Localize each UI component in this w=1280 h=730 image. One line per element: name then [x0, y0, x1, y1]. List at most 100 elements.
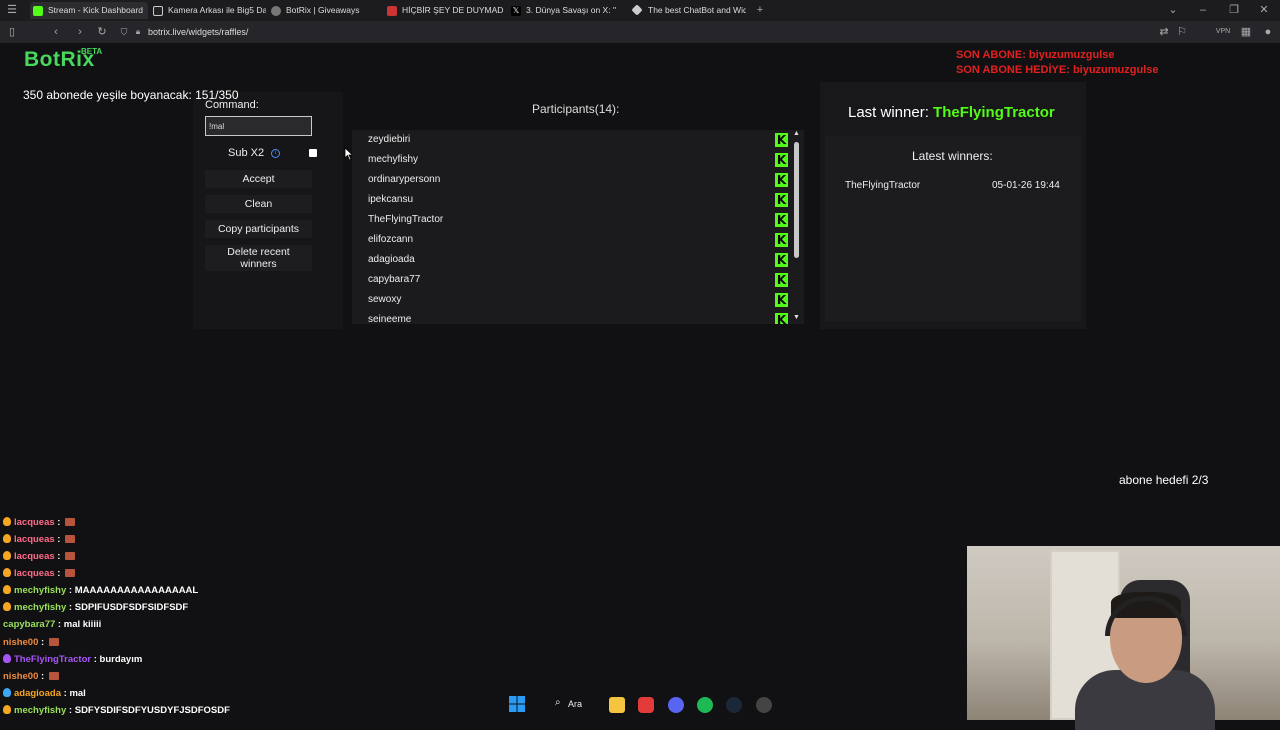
restore-icon[interactable]: ❐ — [1226, 0, 1242, 21]
command-label: Command: — [205, 99, 259, 111]
sidebar-toggle-icon[interactable]: ▯ — [4, 21, 20, 43]
participant-row: zeydiebiri K — [368, 133, 788, 147]
back-icon[interactable]: ‹ — [48, 21, 64, 43]
kick-icon: K — [775, 193, 788, 207]
chat-username: nishe00 — [3, 637, 39, 648]
tab-menu-icon[interactable]: ⌄ — [1165, 0, 1181, 21]
kick-icon: K — [775, 293, 788, 307]
tiktok-favicon-icon — [153, 6, 163, 16]
vivaldi-icon[interactable] — [638, 697, 654, 713]
participant-row: sewoxy K — [368, 293, 788, 307]
chat-message: capybara77 : mal kiiiii — [3, 619, 102, 630]
spotify-icon[interactable] — [697, 697, 713, 713]
chat-badge-icon — [3, 654, 11, 663]
beta-badge: BETA — [81, 47, 103, 56]
reload-icon[interactable]: ↻ — [94, 21, 110, 43]
chat-username: mechyfishy — [14, 585, 67, 596]
chat-message: mechyfishy : MAAAAAAAAAAAAAAAAL — [3, 584, 198, 598]
latest-winner-date: 05-01-26 19:44 — [992, 180, 1060, 191]
kick-icon: K — [775, 253, 788, 267]
translate-icon[interactable]: ⇄ — [1156, 21, 1172, 43]
sub-x2-label: Sub X2 — [228, 147, 265, 159]
steam-icon[interactable] — [726, 697, 742, 713]
x-favicon-icon: 𝕏 — [511, 6, 521, 16]
url-text[interactable]: botrix.live/widgets/raffles/ — [148, 21, 248, 43]
delete-recent-winners-button[interactable]: Delete recent winners — [205, 245, 312, 271]
tab-youtube[interactable]: HİÇBİR ŞEY DE DUYMADIĞIM — [384, 2, 504, 19]
participant-row: capybara77 K — [368, 273, 788, 287]
tab-x[interactable]: 𝕏 3. Dünya Savaşı on X: " — [508, 2, 626, 19]
chat-message: lacqueas : — [3, 533, 76, 547]
new-tab-icon[interactable]: + — [752, 0, 768, 21]
chat-emote-icon — [65, 518, 76, 526]
botrix-favicon-icon — [271, 6, 281, 16]
participant-row: ordinarypersonn K — [368, 173, 788, 187]
kick-icon: K — [775, 173, 788, 187]
forward-icon[interactable]: › — [72, 21, 88, 43]
kick-favicon-icon — [33, 6, 43, 16]
tab-chatbot[interactable]: The best ChatBot and Widg — [630, 2, 746, 19]
profile-icon[interactable]: ● — [1260, 21, 1276, 43]
participant-row: seineeme K — [368, 310, 788, 324]
copy-participants-button[interactable]: Copy participants — [205, 220, 312, 238]
chat-badge-icon — [3, 568, 11, 577]
tab-tiktok[interactable]: Kamera Arkası ile Big5 Dans — [150, 2, 266, 19]
last-sub-alert: SON ABONE: biyuzumuzgulse — [956, 49, 1115, 61]
taskbar — [0, 688, 967, 720]
sub-x2-checkbox[interactable] — [309, 149, 317, 157]
tab-botrix[interactable]: BotRix | Giveaways — [268, 2, 378, 19]
latest-winner-name: TheFlyingTractor — [845, 180, 921, 191]
chat-username: capybara77 — [3, 619, 56, 630]
chat-username: lacqueas — [14, 517, 55, 528]
participants-list[interactable]: zeydiebiri K mechyfishy K ordinarypersonn K… — [352, 130, 804, 324]
vpn-icon[interactable]: VPN — [1212, 21, 1234, 43]
latest-winners-box — [825, 136, 1081, 321]
clean-button[interactable]: Clean — [205, 195, 312, 213]
taskbar-search[interactable]: Ara — [568, 699, 582, 709]
chat-message: TheFlyingTractor : burdayım — [3, 653, 142, 667]
info-icon[interactable]: i — [271, 149, 280, 158]
chat-text: burdayım — [99, 654, 143, 665]
chat-message: lacqueas : — [3, 567, 76, 581]
chat-message: lacqueas : — [3, 550, 76, 564]
chat-text: mal kiiiii — [63, 619, 102, 630]
chat-badge-icon — [3, 551, 11, 560]
chat-emote-icon — [48, 638, 59, 646]
last-winner-heading: Last winner: TheFlyingTractor — [848, 104, 1055, 121]
obs-icon[interactable] — [756, 697, 772, 713]
chat-username: lacqueas — [14, 551, 55, 562]
bookmark-icon[interactable]: ⚐ — [1174, 21, 1190, 43]
participant-row: elifozcann K — [368, 233, 788, 247]
minimize-icon[interactable]: – — [1195, 0, 1211, 21]
participant-row: adagioada K — [368, 253, 788, 267]
tab-kick-dashboard[interactable]: Stream - Kick Dashboard — [30, 2, 148, 19]
chat-message: nishe00 : — [3, 636, 59, 650]
chat-badge-icon — [3, 517, 11, 526]
latest-winners-title: Latest winners: — [912, 149, 993, 163]
lock-icon: 🔒︎ — [135, 27, 141, 36]
chat-badge-icon — [3, 534, 11, 543]
chat-username: nishe00 — [3, 671, 39, 682]
accept-button[interactable]: Accept — [205, 170, 312, 188]
command-input[interactable] — [205, 116, 312, 136]
kick-icon: K — [775, 273, 788, 287]
file-explorer-icon[interactable] — [609, 697, 625, 713]
chat-text: MAAAAAAAAAAAAAAAAL — [74, 585, 199, 596]
menu-icon[interactable]: ☰ — [4, 0, 20, 21]
chat-emote-icon — [48, 672, 59, 680]
chat-emote-icon — [65, 569, 76, 577]
chat-username: lacqueas — [14, 568, 55, 579]
chat-username: lacqueas — [14, 534, 55, 545]
search-icon[interactable]: ⌕ — [555, 697, 561, 708]
windows-start-icon[interactable] — [509, 696, 525, 712]
last-winner-name: TheFlyingTractor — [933, 104, 1055, 121]
extensions-icon[interactable]: ▦ — [1238, 21, 1254, 43]
participants-scrollbar[interactable] — [794, 142, 799, 258]
chat-username: TheFlyingTractor — [14, 654, 92, 665]
scroll-up-icon[interactable]: ▲ — [793, 130, 800, 137]
participant-row: mechyfishy K — [368, 153, 788, 167]
scroll-down-icon[interactable]: ▼ — [793, 314, 800, 321]
close-icon[interactable]: ✕ — [1256, 0, 1272, 21]
discord-icon[interactable] — [668, 697, 684, 713]
kick-icon: K — [775, 213, 788, 227]
